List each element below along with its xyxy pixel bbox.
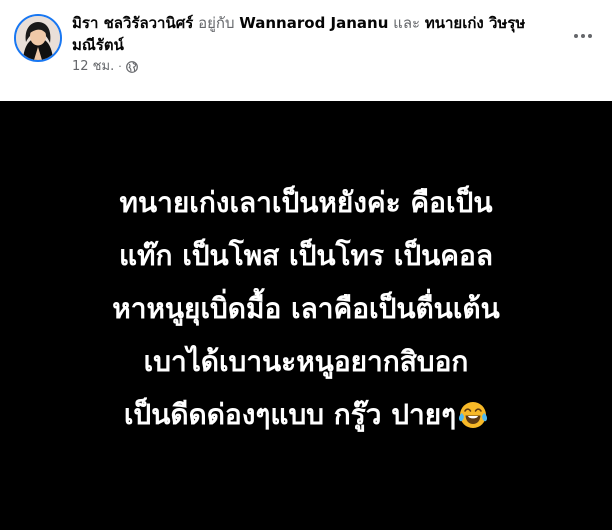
- and-text: และ: [388, 14, 425, 32]
- post-subline: 12 ชม. ·: [72, 59, 542, 75]
- post-line-5: เป็นดีดด่องๆแบบ กรู๊ว ปายๆ: [123, 398, 457, 431]
- post-line-2: แท๊ก เป็นโพส เป็นโทร เป็นคอล: [119, 239, 493, 272]
- author-name[interactable]: มิรา ชลวิรัลวานิศร์: [72, 14, 193, 32]
- tagged-user-1[interactable]: Wannarod Jananu: [239, 14, 388, 32]
- globe-icon[interactable]: [125, 61, 138, 73]
- post-line-3: หาหนูยุเบิ่ดมื้อ เลาคือเป็นตื่นเต้น: [112, 292, 500, 325]
- post-line-5-wrapper: เป็นดีดด่องๆแบบ กรู๊ว ปายๆ: [26, 388, 586, 447]
- post-timestamp[interactable]: 12 ชม.: [72, 59, 114, 75]
- avatar-image: [16, 16, 60, 60]
- post-line-1: ทนายเก่งเลาเป็นหยังค่ะ คือเป็น: [119, 186, 493, 219]
- post-body: ทนายเก่งเลาเป็นหยังค่ะ คือเป็น แท๊ก เป็น…: [0, 101, 612, 530]
- post-line-4: เบาได้เบานะหนูอยากสิบอก: [143, 345, 469, 378]
- with-text: อยู่กับ: [193, 14, 240, 32]
- post-text: ทนายเก่งเลาเป็นหยังค่ะ คือเป็น แท๊ก เป็น…: [26, 176, 586, 447]
- avatar[interactable]: [14, 14, 62, 62]
- post-header: มิรา ชลวิรัลวานิศร์ อยู่กับ Wannarod Jan…: [0, 0, 612, 101]
- separator-dot: ·: [118, 60, 122, 73]
- post-title-line: มิรา ชลวิรัลวานิศร์ อยู่กับ Wannarod Jan…: [72, 12, 542, 56]
- more-options-icon[interactable]: [566, 24, 600, 48]
- post-meta: มิรา ชลวิรัลวานิศร์ อยู่กับ Wannarod Jan…: [72, 12, 542, 75]
- face-with-tears-of-joy-icon: [458, 394, 488, 447]
